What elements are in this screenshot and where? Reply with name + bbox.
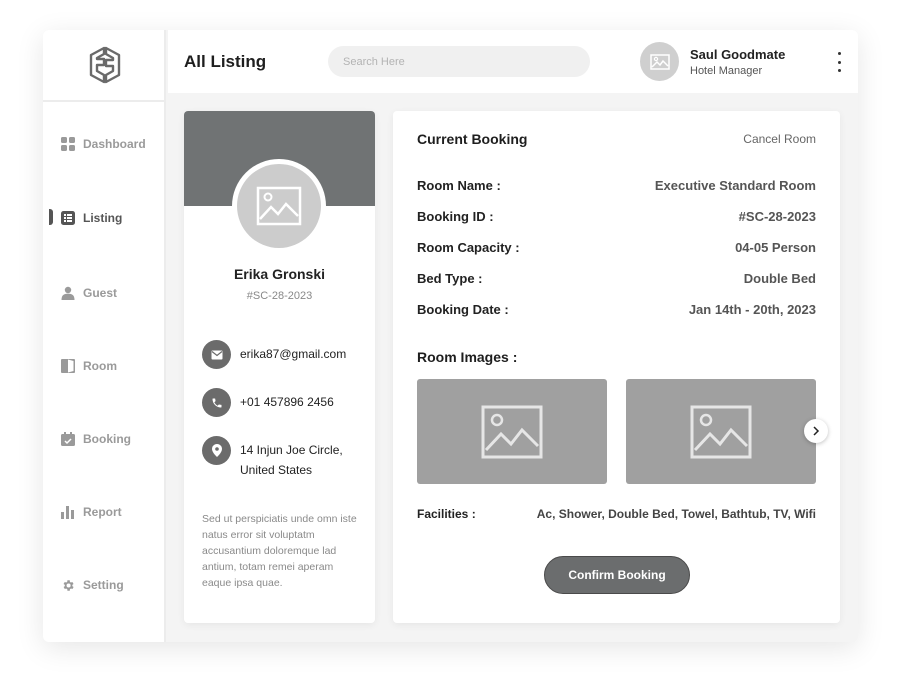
sidebar: Dashboard Listing Guest Room Booking Rep… <box>43 30 166 642</box>
sidebar-item-label: Dashboard <box>83 137 146 151</box>
sidebar-item-label: Guest <box>83 286 118 300</box>
sidebar-item-label: Listing <box>83 211 123 225</box>
door-icon <box>61 359 75 373</box>
sidebar-item-report[interactable]: Report <box>43 497 166 527</box>
current-booking-card: Current Booking Cancel Room Room Name : … <box>393 111 840 623</box>
user-icon <box>61 286 75 300</box>
next-image-button[interactable] <box>804 419 828 443</box>
field-label: Room Capacity : <box>417 240 520 255</box>
calendar-icon <box>61 432 75 446</box>
cancel-room-button[interactable]: Cancel Room <box>743 132 816 146</box>
booking-field-room-capacity: Room Capacity : 04-05 Person <box>417 240 816 255</box>
guest-description: Sed ut perspiciatis unde omn iste natus … <box>202 513 357 589</box>
brand-logo-icon <box>89 46 120 84</box>
facilities-label: Facilities : <box>417 507 476 521</box>
sidebar-item-room[interactable]: Room <box>43 351 166 381</box>
sidebar-item-booking[interactable]: Booking <box>43 424 166 454</box>
logo[interactable] <box>43 30 166 102</box>
phone-text[interactable]: +01 457896 2456 <box>240 388 334 412</box>
sidebar-item-setting[interactable]: Setting <box>43 570 166 600</box>
contact-phone: +01 457896 2456 <box>202 388 334 417</box>
more-options-icon[interactable] <box>834 52 844 72</box>
search-input[interactable] <box>328 46 590 77</box>
image-placeholder-icon <box>690 405 752 458</box>
sidebar-item-dashboard[interactable]: Dashboard <box>43 129 166 159</box>
field-value: Executive Standard Room <box>654 178 816 193</box>
contact-address: 14 Injun Joe Circle, United States <box>202 436 343 480</box>
user-name: Saul Goodmate <box>690 47 786 62</box>
page-title: All Listing <box>184 52 267 71</box>
booking-field-room-name: Room Name : Executive Standard Room <box>417 178 816 193</box>
field-value: 04-05 Person <box>735 240 816 255</box>
sidebar-item-label: Booking <box>83 432 131 446</box>
sidebar-item-guest[interactable]: Guest <box>43 278 166 308</box>
field-value: Jan 14th - 20th, 2023 <box>688 302 816 317</box>
booking-field-booking-date: Booking Date : Jan 14th - 20th, 2023 <box>417 302 816 317</box>
sidebar-item-label: Room <box>83 359 117 373</box>
app-window: Dashboard Listing Guest Room Booking Rep… <box>43 30 858 642</box>
address-line-2: United States <box>240 463 313 477</box>
field-label: Room Name : <box>417 178 501 193</box>
image-placeholder-icon <box>649 53 670 70</box>
sidebar-item-label: Report <box>83 505 122 519</box>
grid-icon <box>61 137 75 151</box>
room-image-2[interactable] <box>626 379 816 484</box>
email-text[interactable]: erika87@gmail.com <box>240 340 346 364</box>
chevron-right-icon <box>813 426 820 436</box>
mail-icon <box>202 340 231 369</box>
field-label: Bed Type : <box>417 271 483 286</box>
image-placeholder-icon <box>256 186 302 226</box>
profile-photo-frame <box>232 159 326 253</box>
bar-chart-icon <box>61 505 75 519</box>
avatar[interactable] <box>640 42 679 81</box>
room-image-1[interactable] <box>417 379 607 484</box>
address-line-1: 14 Injun Joe Circle, <box>240 443 343 457</box>
facilities-value: Ac, Shower, Double Bed, Towel, Bathtub, … <box>536 507 816 521</box>
field-label: Booking ID : <box>417 209 494 224</box>
profile-photo[interactable] <box>237 164 321 248</box>
booking-title: Current Booking <box>417 131 528 147</box>
location-pin-icon <box>202 436 231 465</box>
confirm-booking-button[interactable]: Confirm Booking <box>544 556 690 594</box>
top-bar: All Listing Saul Goodmate Hotel Manager <box>168 30 858 93</box>
list-icon <box>61 211 75 225</box>
booking-field-booking-id: Booking ID : #SC-28-2023 <box>417 209 816 224</box>
room-images-title: Room Images : <box>417 349 518 365</box>
contact-email: erika87@gmail.com <box>202 340 346 369</box>
phone-icon <box>202 388 231 417</box>
guest-name: Erika Gronski <box>233 266 326 282</box>
image-placeholder-icon <box>481 405 543 458</box>
booking-field-bed-type: Bed Type : Double Bed <box>417 271 816 286</box>
sidebar-item-listing[interactable]: Listing <box>43 203 166 233</box>
field-value: Double Bed <box>743 271 816 286</box>
guest-profile-card: Erika Gronski #SC-28-2023 erika87@gmail.… <box>184 111 375 623</box>
field-label: Booking Date : <box>417 302 509 317</box>
sidebar-item-label: Setting <box>83 578 124 592</box>
user-role: Hotel Manager <box>690 65 763 77</box>
address-text: 14 Injun Joe Circle, United States <box>240 436 343 480</box>
field-value: #SC-28-2023 <box>738 209 816 224</box>
guest-id: #SC-28-2023 <box>246 290 313 302</box>
gear-icon <box>61 578 75 592</box>
